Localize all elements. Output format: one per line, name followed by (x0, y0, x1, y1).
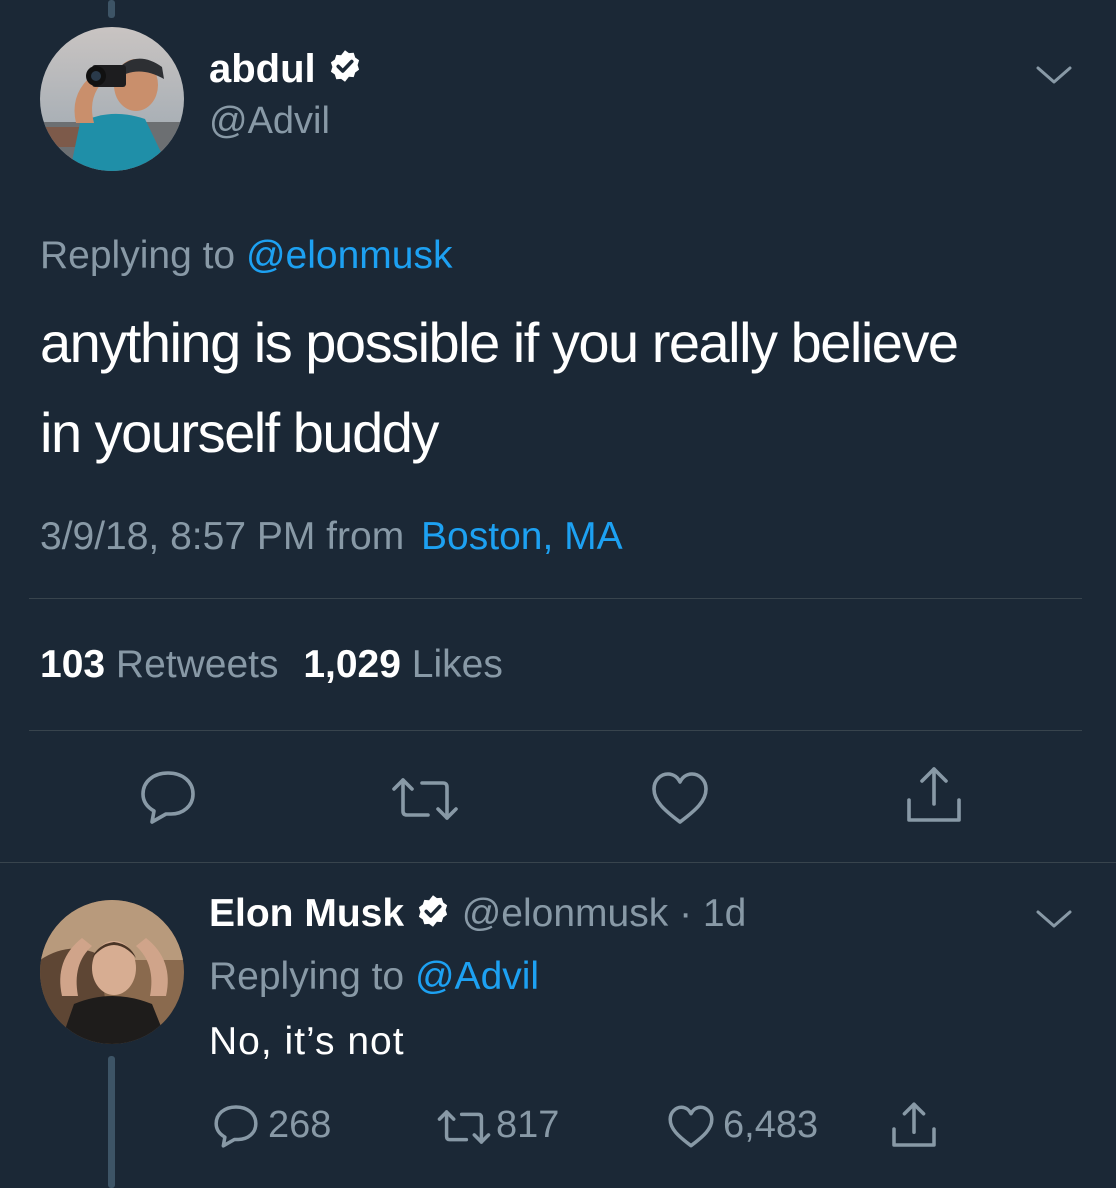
reply-icon[interactable] (212, 1103, 260, 1149)
divider-3 (0, 862, 1116, 863)
reply-author-handle[interactable]: @elonmusk (462, 892, 669, 935)
share-icon[interactable] (904, 764, 964, 826)
likes-label: Likes (411, 643, 503, 686)
author-name[interactable]: abdul (209, 47, 363, 94)
like-icon[interactable] (667, 1104, 715, 1149)
verified-badge-icon (415, 893, 451, 939)
timestamp: 3/9/18, 8:57 PM from (40, 515, 405, 558)
engagement-stats: 103 Retweets 1,029 Likes (40, 643, 503, 687)
chevron-down-icon[interactable] (1034, 906, 1074, 932)
retweet-count[interactable]: 817 (496, 1104, 559, 1147)
reply-header: Elon Musk @elonmusk · 1d (209, 892, 746, 939)
reply-count[interactable]: 268 (268, 1104, 331, 1147)
reply-author-name[interactable]: Elon Musk (209, 892, 404, 935)
thread-line-top (108, 0, 115, 18)
reply-replying-to-link[interactable]: @Advil (415, 955, 539, 998)
author-handle[interactable]: @Advil (209, 100, 330, 143)
thread-line-bottom (108, 1056, 115, 1188)
avatar-elon-musk[interactable] (40, 900, 184, 1044)
divider-1 (29, 598, 1082, 599)
retweets-label: Retweets (115, 643, 279, 686)
reply-replying-prefix: Replying to (209, 955, 405, 998)
replying-to-link[interactable]: @elonmusk (246, 234, 453, 277)
timestamp-line: 3/9/18, 8:57 PM from Boston, MA (40, 515, 623, 559)
tweet-text-line-1: anything is possible if you really belie… (40, 311, 959, 374)
likes-count: 1,029 (303, 643, 401, 686)
retweets-count: 103 (40, 643, 106, 686)
likes-stat[interactable]: 1,029 Likes (303, 643, 503, 686)
reply-separator: · (679, 892, 693, 935)
reply-text: No, it’s not (209, 1020, 405, 1063)
author-name-text: abdul (209, 47, 316, 91)
divider-2 (29, 730, 1082, 731)
reply-icon[interactable] (138, 768, 198, 826)
verified-badge-icon (327, 48, 363, 94)
retweets-stat[interactable]: 103 Retweets (40, 643, 289, 686)
replying-prefix: Replying to (40, 234, 236, 277)
like-count[interactable]: 6,483 (723, 1104, 818, 1147)
avatar-abdul[interactable] (40, 27, 184, 171)
like-icon[interactable] (650, 770, 710, 826)
location-link[interactable]: Boston, MA (421, 515, 623, 558)
share-icon[interactable] (890, 1100, 938, 1150)
tweet-text-line-2: in yourself buddy (40, 401, 439, 464)
reply-age[interactable]: 1d (703, 892, 746, 935)
replying-to-line: Replying to @elonmusk (40, 234, 452, 278)
retweet-icon[interactable] (436, 1108, 492, 1146)
reply-replying-to-line: Replying to @Advil (209, 955, 539, 999)
chevron-down-icon[interactable] (1034, 62, 1074, 88)
retweet-icon[interactable] (390, 775, 460, 823)
